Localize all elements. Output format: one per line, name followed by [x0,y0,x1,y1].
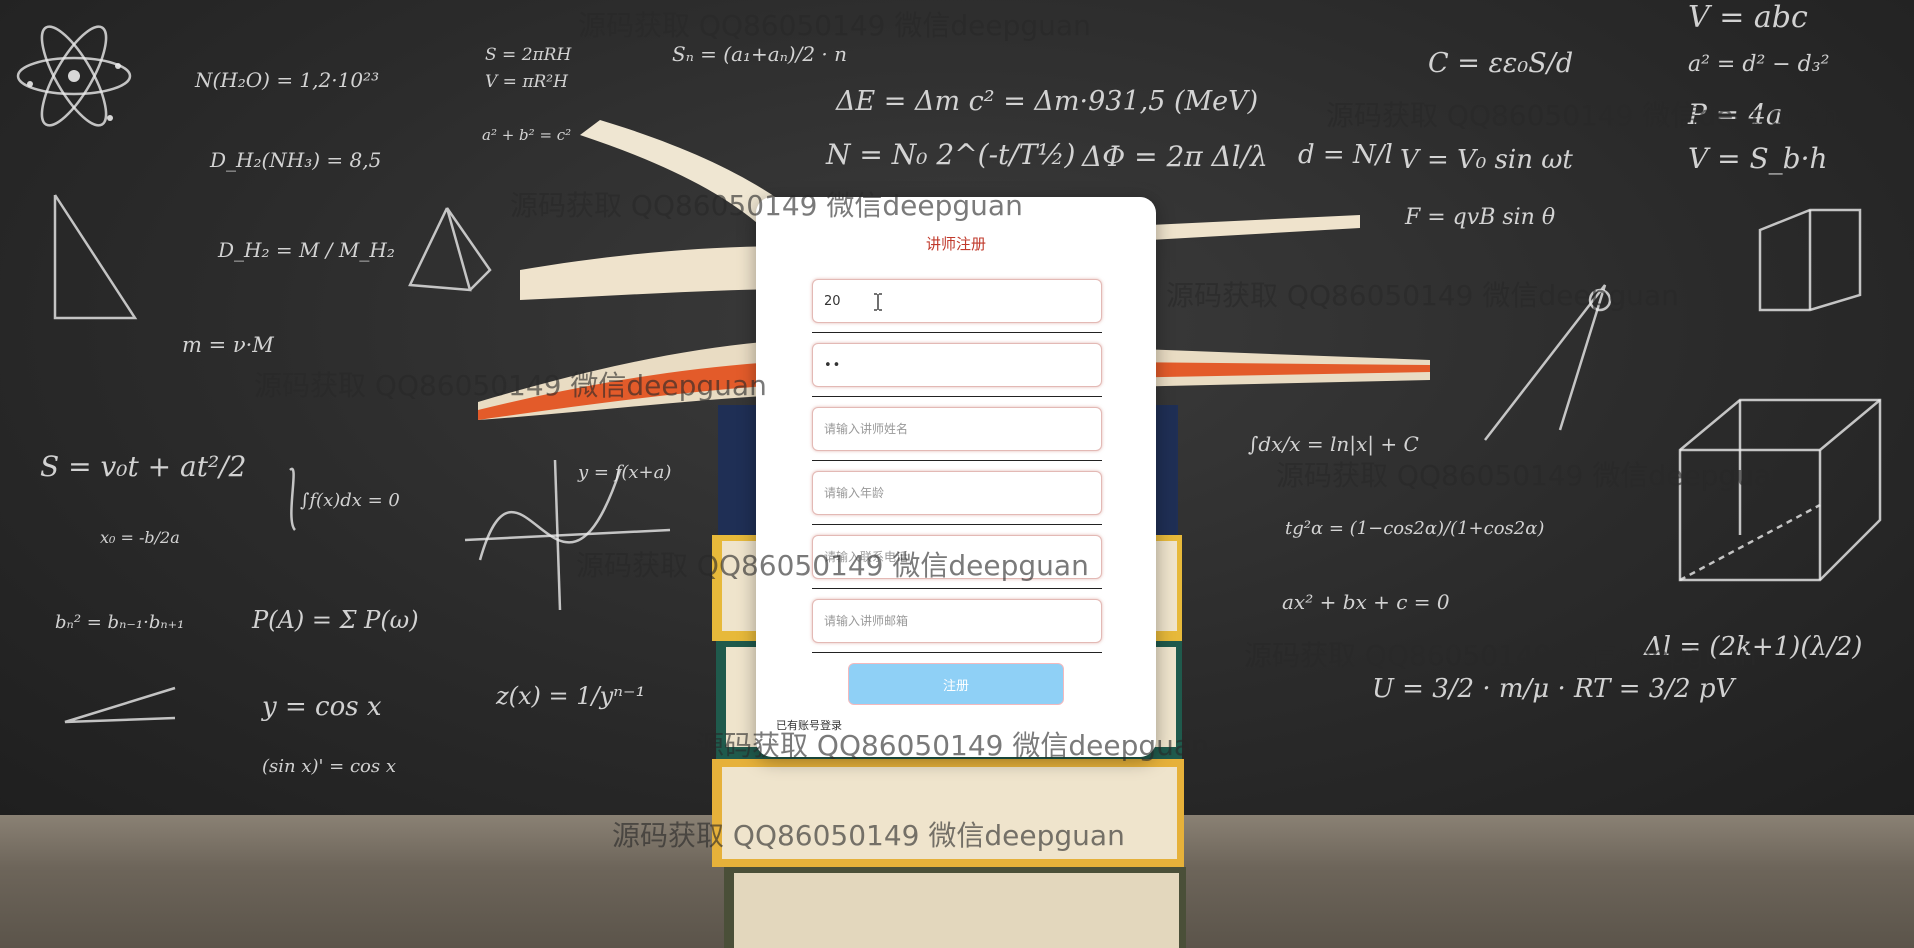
password-field[interactable] [812,343,1102,387]
register-card: 讲师注册 注册 已有账号登录 [756,197,1156,757]
card-title: 讲师注册 [925,235,986,253]
formula: Sₙ = (a₁+aₙ)/2 · n [672,42,848,66]
divider [812,588,1102,589]
formula: (sin x)' = cos x [262,756,397,777]
formula: Δl = (2k+1)(λ/2) [1644,632,1863,662]
formula: V = V₀ sin ωt [1400,145,1573,175]
table-surface [0,815,1914,948]
formula: P(A) = Σ P(ω) [252,606,419,634]
formula: S = v₀t + at²/2 [40,450,247,483]
login-link[interactable]: 已有账号登录 [776,717,842,733]
formula: x₀ = -b/2a [100,528,180,547]
formula: bₙ² = bₙ₋₁·bₙ₊₁ [55,612,185,633]
formula: N(H₂O) = 1,2·10²³ [195,68,380,92]
formula: y = cos x [262,692,382,722]
formula: V = πR²H [485,72,568,92]
formula: d = N/l [1298,140,1393,170]
formula: a² + b² = c² [482,126,572,144]
formula: ∫dx/x = ln|x| + C [1248,432,1419,456]
formula: ∫f(x)dx = 0 [300,490,400,511]
formula: D_H₂(NH₃) = 8,5 [210,148,382,172]
formula: a² = d² − d₃² [1688,52,1830,77]
formula: C = εε₀S/d [1428,48,1574,79]
formula: D_H₂ = M / M_H₂ [218,238,395,262]
formula: ΔE = Δm c² = Δm·931,5 (MeV) [836,86,1259,117]
formula: N = N₀ 2^(-t/T½) [826,138,1076,171]
divider [812,460,1102,461]
formula: y = f(x+a) [578,462,672,483]
age-field[interactable] [812,471,1102,515]
formula: z(x) = 1/yⁿ⁻¹ [496,682,646,710]
formula: U = 3/2 · m/μ · RT = 3/2 pV [1372,674,1735,704]
divider [812,396,1102,397]
formula: V = abc [1688,0,1808,35]
formula: F = qvB sin θ [1405,205,1556,230]
email-field[interactable] [812,599,1102,643]
teacher-name-field[interactable] [812,407,1102,451]
formula: V = S_b·h [1688,142,1828,175]
formula: ax² + bx + c = 0 [1282,590,1450,614]
register-button[interactable]: 注册 [848,663,1064,705]
formula: S = 2πRH [485,45,572,65]
text-cursor-icon [874,293,882,311]
formula: P = 4a [1688,98,1783,131]
divider [812,652,1102,653]
formula: ΔΦ = 2π Δl/λ [1082,140,1268,173]
divider [812,524,1102,525]
username-field[interactable] [812,279,1102,323]
phone-field[interactable] [812,535,1102,579]
formula: m = ν·M [182,333,274,357]
divider [812,332,1102,333]
formula: tg²α = (1−cos2α)/(1+cos2α) [1285,518,1545,539]
